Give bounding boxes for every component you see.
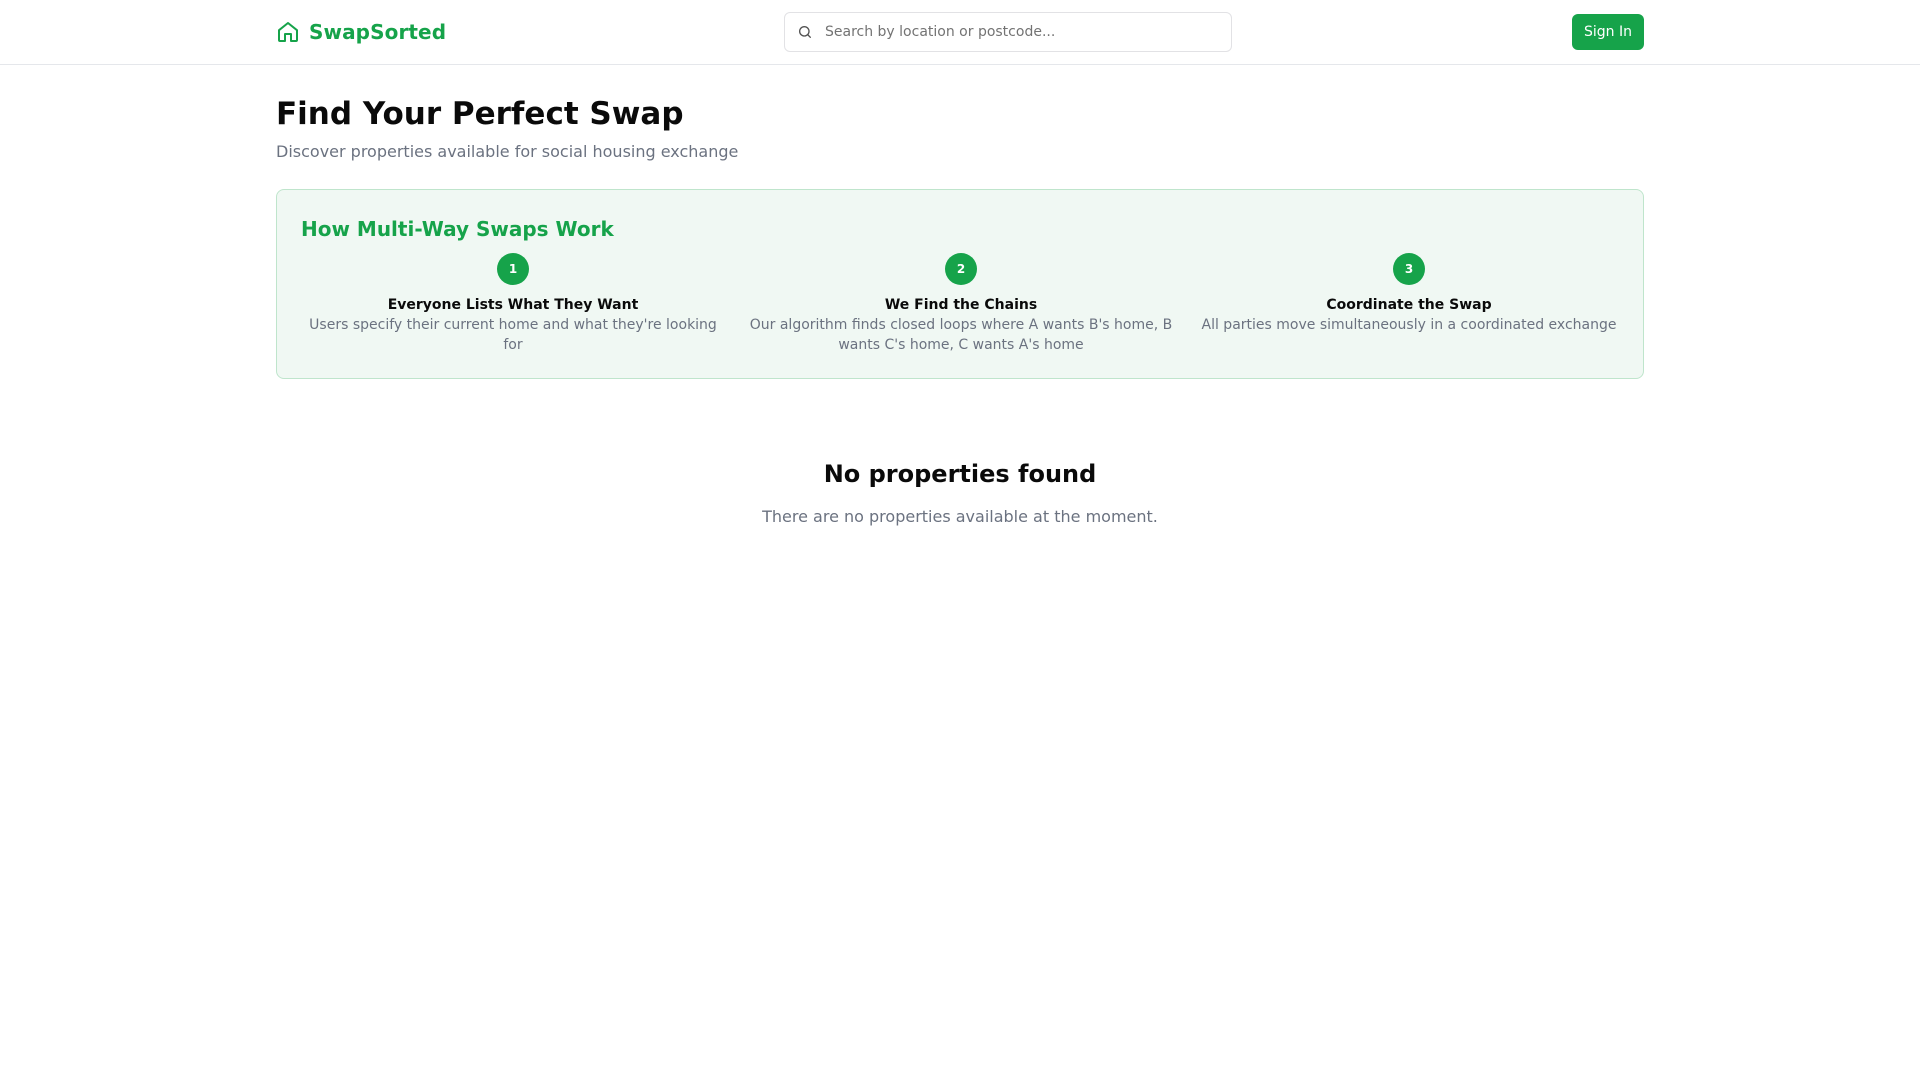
step-item: 2 We Find the Chains Our algorithm finds… (749, 253, 1173, 355)
step-description: Our algorithm finds closed loops where A… (749, 317, 1173, 353)
empty-state-description: There are no properties available at the… (762, 507, 1158, 526)
step-title: We Find the Chains (884, 297, 1038, 313)
sign-in-button[interactable]: Sign In (1572, 14, 1644, 50)
search-bar (784, 12, 1232, 52)
how-it-works-title: How Multi-Way Swaps Work (301, 217, 614, 241)
page-title: Find Your Perfect Swap (276, 96, 684, 132)
steps-list: 1 Everyone Lists What They Want Users sp… (301, 253, 1621, 355)
brand-logo-link[interactable]: SwapSorted (276, 19, 446, 45)
empty-state: No properties found There are no propert… (276, 456, 1644, 528)
step-number-badge: 1 (497, 253, 529, 285)
step-item: 3 Coordinate the Swap All parties move s… (1197, 253, 1621, 355)
step-title: Everyone Lists What They Want (387, 297, 639, 313)
empty-state-title: No properties found (823, 460, 1097, 488)
step-description: All parties move simultaneously in a coo… (1201, 317, 1617, 333)
step-number-badge: 3 (1393, 253, 1425, 285)
search-input[interactable] (825, 13, 1225, 51)
step-description: Users specify their current home and wha… (309, 317, 717, 353)
page-subtitle: Discover properties available for social… (276, 142, 739, 161)
home-icon (276, 20, 300, 44)
step-item: 1 Everyone Lists What They Want Users sp… (301, 253, 725, 355)
step-title: Coordinate the Swap (1326, 297, 1492, 313)
brand-name: SwapSorted (309, 20, 447, 44)
how-it-works-card: How Multi-Way Swaps Work 1 Everyone List… (276, 189, 1644, 379)
search-icon (797, 24, 813, 40)
step-number-badge: 2 (945, 253, 977, 285)
